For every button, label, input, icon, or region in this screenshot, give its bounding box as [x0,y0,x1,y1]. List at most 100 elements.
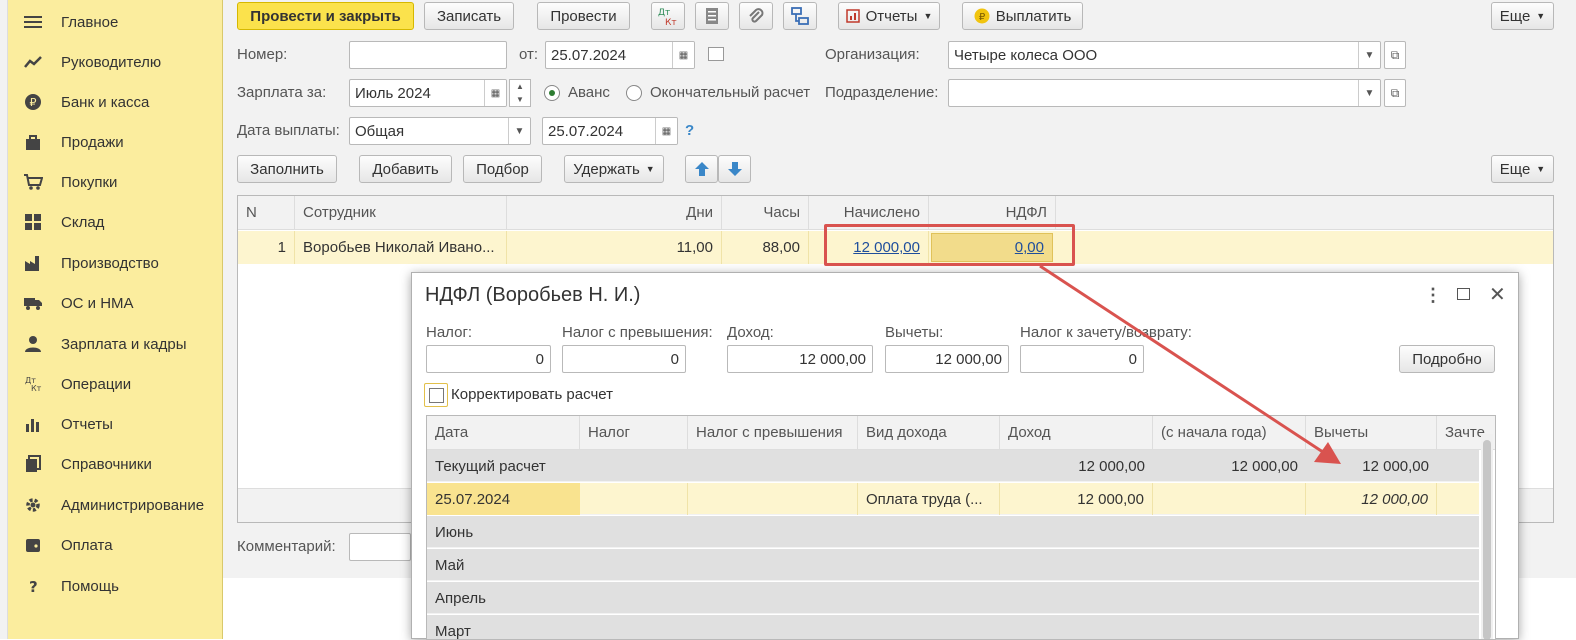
comment-label: Комментарий: [237,538,336,555]
organization-input[interactable]: Четыре колеса ООО ▼ [948,41,1381,69]
tax-input[interactable]: 0 [426,345,551,373]
column-header-excess-tax[interactable]: Налог с превышения [688,416,858,450]
pay-button[interactable]: ₽ Выплатить [962,2,1083,30]
sidebar-item-payroll[interactable]: Зарплата и кадры [8,326,223,362]
reports-dropdown[interactable]: Отчеты ▼ [838,2,940,30]
column-header-days[interactable]: Дни [507,196,722,230]
sidebar-item-reports[interactable]: Отчеты [8,406,223,442]
dt-kt-button[interactable]: Дт Кт [651,2,685,30]
cell-date[interactable]: 25.07.2024 [427,483,580,515]
dialog-menu-icon[interactable]: ⋮ [1424,285,1442,306]
print-list-button[interactable] [695,2,729,30]
pay-date-label: Дата выплаты: [237,122,340,139]
cell-hours[interactable]: 88,00 [722,231,809,264]
add-button[interactable]: Добавить [359,155,452,183]
sidebar-item-main[interactable]: Главное [8,4,223,40]
svg-text:Дт: Дт [658,8,670,18]
pay-date-type-select[interactable]: Общая ▼ [349,117,531,145]
sidebar-item-operations[interactable]: Дт Кт Операции [8,366,223,402]
sidebar-item-production[interactable]: Производство [8,245,223,281]
books-icon [22,453,44,475]
vertical-scrollbar[interactable] [1481,434,1493,639]
cell-days[interactable]: 11,00 [507,231,722,264]
sidebar-item-admin[interactable]: Администрирование [8,487,223,523]
sidebar-item-warehouse[interactable]: Склад [8,204,223,240]
cell-date: Май [435,556,465,574]
details-button[interactable]: Подробно [1399,345,1495,373]
arrow-up-icon [694,162,709,176]
pay-date-input[interactable]: 25.07.2024 ▦ [542,117,678,145]
excess-tax-input[interactable]: 0 [562,345,686,373]
chevron-down-icon[interactable]: ▼ [1358,80,1380,106]
post-button[interactable]: Провести [537,2,630,30]
sidebar-item-bank[interactable]: ₽ Банк и касса [8,84,223,120]
correct-calculation-checkbox[interactable] [429,388,444,403]
open-organization-button[interactable]: ⧉ [1384,41,1406,69]
final-settlement-radio[interactable] [626,85,642,101]
cell-ytd[interactable] [1153,483,1306,515]
column-header-tax[interactable]: Налог [580,416,688,450]
document-date-input[interactable]: 25.07.2024 ▦ [545,41,695,69]
cell-deductions[interactable]: 12 000,00 [1306,483,1437,515]
move-up-button[interactable] [685,155,718,183]
chevron-down-icon[interactable]: ▼ [1358,42,1380,68]
sidebar-item-sales[interactable]: Продажи [8,124,223,160]
chevron-down-icon[interactable]: ▼ [508,118,530,144]
sidebar-item-help[interactable]: ? Помощь [8,568,223,604]
correct-calculation-checkbox-frame[interactable] [424,383,448,407]
more-actions-button[interactable]: Еще ▼ [1491,2,1554,30]
truck-icon [22,292,44,314]
department-input[interactable]: ▼ [948,79,1381,107]
dt-kt-icon: ДтКт [22,373,44,395]
calendar-icon[interactable]: ▦ [672,42,694,68]
deductions-input[interactable]: 12 000,00 [885,345,1009,373]
table-row-group[interactable]: Апрель [427,582,1479,614]
cell-income-type[interactable]: Оплата труда (... [858,483,1000,515]
pick-button[interactable]: Подбор [463,155,542,183]
cell-tax[interactable] [580,483,688,515]
document-log-icon[interactable] [708,47,724,61]
cell-income[interactable]: 12 000,00 [1000,483,1153,515]
attach-files-button[interactable] [739,2,773,30]
sidebar-item-directories[interactable]: Справочники [8,446,223,482]
scrollbar-thumb[interactable] [1483,440,1491,639]
table-row-group[interactable]: Июнь [427,516,1479,548]
open-department-button[interactable]: ⧉ [1384,79,1406,107]
column-header-income-type[interactable]: Вид дохода [858,416,1000,450]
salary-month-input[interactable]: Июль 2024 ▦ [349,79,507,107]
number-input[interactable] [349,41,507,69]
advance-radio[interactable] [544,85,560,101]
column-header-date[interactable]: Дата [427,416,580,450]
table-row-group[interactable]: Май [427,549,1479,581]
table-row-selected[interactable]: 25.07.2024 Оплата труда (... 12 000,00 1… [427,483,1479,515]
save-button[interactable]: Записать [424,2,514,30]
cell-employee[interactable]: Воробьев Николай Ивано... [295,231,507,264]
calendar-icon[interactable]: ▦ [655,118,677,144]
help-icon[interactable]: ? [685,122,694,139]
month-spinner[interactable]: ▲ ▼ [509,79,531,107]
close-icon[interactable]: ✕ [1489,282,1506,307]
post-and-close-button[interactable]: Провести и закрыть [237,2,414,30]
table-more-button[interactable]: Еще ▼ [1491,155,1554,183]
comment-input[interactable] [349,533,411,561]
column-header-hours[interactable]: Часы [722,196,809,230]
maximize-icon[interactable] [1457,288,1470,300]
fill-button[interactable]: Заполнить [237,155,337,183]
structure-button[interactable] [783,2,817,30]
move-down-button[interactable] [718,155,751,183]
table-row-group[interactable]: Март [427,615,1479,639]
sidebar-item-manager[interactable]: Руководителю [8,44,223,80]
document-icon [706,8,718,24]
sidebar-item-purchases[interactable]: Покупки [8,164,223,200]
bar-chart-icon [22,413,44,435]
sidebar-item-payment[interactable]: Оплата [8,527,223,563]
cell-excess-tax[interactable] [688,483,858,515]
income-input[interactable]: 12 000,00 [727,345,873,373]
withhold-dropdown[interactable]: Удержать ▼ [564,155,664,183]
calendar-icon[interactable]: ▦ [484,80,506,106]
column-header-n[interactable]: N [238,196,295,230]
sidebar-item-fixed-assets[interactable]: ОС и НМА [8,285,223,321]
column-header-employee[interactable]: Сотрудник [295,196,507,230]
arrow-down-icon [727,162,742,176]
paperclip-icon [749,8,764,23]
